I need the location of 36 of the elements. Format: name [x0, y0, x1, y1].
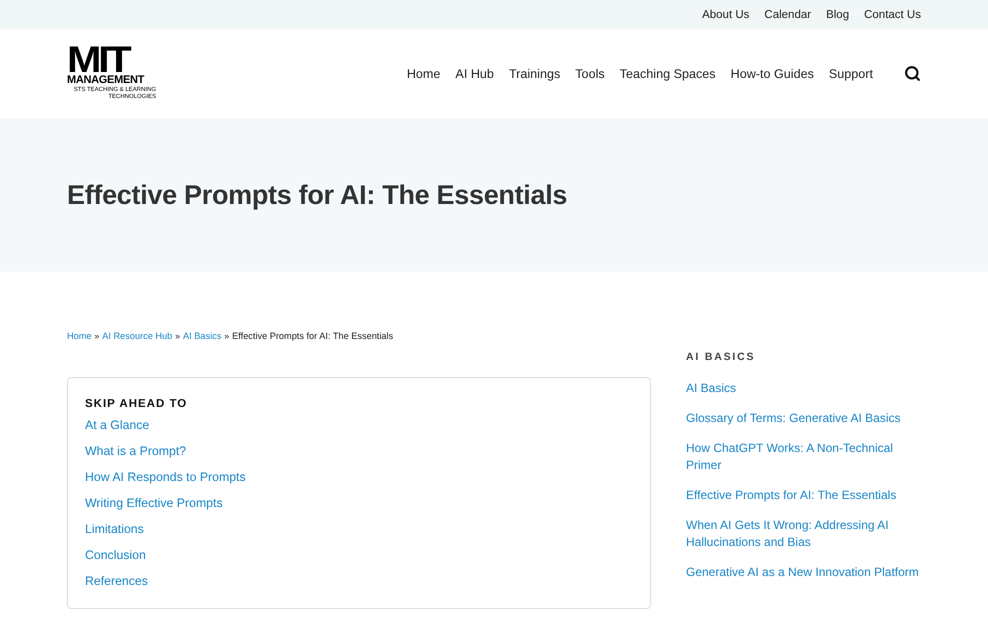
- breadcrumb-separator: »: [175, 330, 180, 343]
- sidebar-link[interactable]: How ChatGPT Works: A Non-Technical Primer: [686, 440, 924, 474]
- sidebar-link[interactable]: AI Basics: [686, 380, 736, 397]
- nav-link[interactable]: How-to Guides: [730, 66, 814, 80]
- nav-link[interactable]: Trainings: [508, 66, 560, 80]
- utility-link[interactable]: Calendar: [764, 8, 812, 20]
- section-link[interactable]: At a Glance: [85, 417, 150, 434]
- breadcrumb-link[interactable]: Home: [67, 329, 92, 343]
- section-link[interactable]: Limitations: [85, 521, 144, 538]
- section-link[interactable]: How AI Responds to Prompts: [85, 469, 246, 486]
- section-link[interactable]: What is a Prompt?: [85, 443, 186, 460]
- sidebar-link[interactable]: When AI Gets It Wrong: Addressing AI Hallucinations and Bias: [686, 517, 924, 551]
- utility-link[interactable]: About Us: [702, 8, 750, 20]
- breadcrumb-separator: »: [224, 330, 230, 343]
- sidebar-link[interactable]: Glossary of Terms: Generative AI Basics: [686, 410, 901, 427]
- sidebar-link[interactable]: Effective Prompts for AI: The Essentials: [686, 487, 896, 504]
- nav-link[interactable]: Tools: [575, 66, 605, 80]
- skip-ahead-heading: SKIP AHEAD TO: [85, 397, 188, 411]
- nav-link[interactable]: AI Hub: [455, 66, 494, 80]
- breadcrumb-current: Effective Prompts for AI: The Essentials: [232, 330, 394, 343]
- utility-link[interactable]: Contact Us: [864, 8, 921, 20]
- search-button[interactable]: [904, 65, 921, 82]
- sidebar-heading: AI BASICS: [686, 350, 756, 364]
- nav-link[interactable]: Support: [828, 66, 873, 80]
- page-title: Effective Prompts for AI: The Essentials: [67, 180, 568, 210]
- utility-link[interactable]: Blog: [826, 8, 850, 20]
- nav-link[interactable]: Home: [406, 66, 440, 80]
- sidebar-link[interactable]: Generative AI as a New Innovation Platform: [686, 564, 919, 581]
- section-link[interactable]: Writing Effective Prompts: [85, 495, 223, 512]
- breadcrumb-link[interactable]: AI Basics: [183, 329, 222, 343]
- section-link[interactable]: References: [85, 573, 148, 590]
- breadcrumb-separator: »: [94, 330, 100, 343]
- section-link[interactable]: Conclusion: [85, 547, 146, 564]
- breadcrumb-link[interactable]: AI Resource Hub: [102, 329, 172, 343]
- search-icon: [904, 65, 921, 82]
- nav-link[interactable]: Teaching Spaces: [620, 66, 716, 80]
